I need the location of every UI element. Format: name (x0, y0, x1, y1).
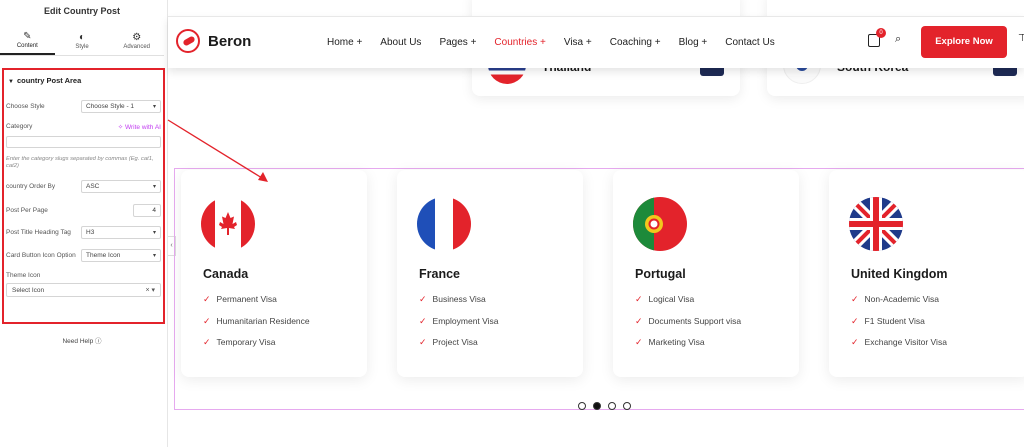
annotation-arrow (167, 119, 268, 182)
screen: { "editor": { "title": "Edit Country Pos… (0, 0, 1024, 447)
